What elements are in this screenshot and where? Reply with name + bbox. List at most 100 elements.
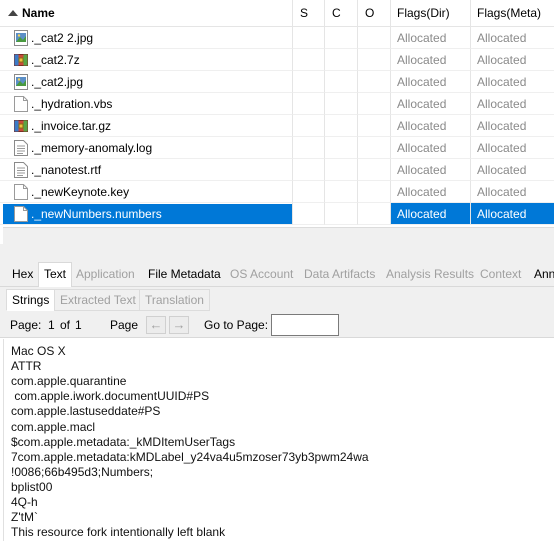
image-file-icon [14, 74, 28, 90]
s-cell [293, 181, 325, 203]
file-name: ._cat2 2.jpg [31, 31, 94, 45]
flags-meta-cell: Allocated [471, 27, 554, 49]
strings-text-area[interactable]: Mac OS X ATTR com.apple.quarantine com.app… [3, 339, 554, 541]
tab-file-metadata[interactable]: File Metadata [143, 264, 226, 287]
string-line: bplist00 [11, 479, 53, 494]
column-header-s[interactable]: S [293, 0, 325, 27]
tab-ann[interactable]: Ann [529, 264, 554, 287]
subtab-strings[interactable]: Strings [6, 289, 56, 311]
image-file-icon [14, 30, 28, 46]
s-cell [293, 93, 325, 115]
c-cell [325, 159, 358, 181]
string-line: 7com.apple.metadata:kMDLabel_y24va4u5mzo… [11, 449, 369, 464]
flags-dir-cell: Allocated [391, 27, 471, 49]
tab-application[interactable]: Application [71, 264, 140, 287]
c-cell [325, 203, 358, 225]
o-cell [358, 159, 391, 181]
subtab-translation[interactable]: Translation [139, 289, 210, 311]
name-cell: ._nanotest.rtf [0, 159, 293, 181]
name-cell: ._cat2.jpg [0, 71, 293, 93]
name-cell: ._cat2 2.jpg [0, 27, 293, 49]
string-line: com.apple.macl [11, 419, 96, 434]
tab-os-account[interactable]: OS Account [225, 264, 298, 287]
text-subtabs: Strings Extracted Text Translation [0, 287, 554, 312]
flags-dir-cell: Allocated [391, 159, 471, 181]
s-cell [293, 115, 325, 137]
string-line: 4Q-h [11, 495, 38, 509]
table-row[interactable]: ._nanotest.rtf Allocated Allocated [0, 159, 554, 181]
table-row[interactable]: ._cat2.jpg Allocated Allocated [0, 71, 554, 93]
flags-meta-cell: Allocated [471, 137, 554, 159]
table-row[interactable]: ._invoice.tar.gz Allocated Allocated [0, 115, 554, 137]
column-header-flags-dir[interactable]: Flags(Dir) [391, 0, 471, 27]
arrow-left-icon: ← [149, 317, 163, 332]
file-name: ._cat2.7z [31, 53, 80, 67]
c-cell [325, 181, 358, 203]
table-row[interactable]: ._newKeynote.key Allocated Allocated [0, 181, 554, 203]
c-cell [325, 137, 358, 159]
s-cell [293, 203, 325, 225]
next-page-button[interactable]: → [169, 316, 189, 334]
page-total: 1 [75, 318, 82, 332]
o-cell [358, 27, 391, 49]
string-line: !0086;66b495d3;Numbers; [11, 464, 154, 479]
splitter[interactable] [0, 244, 554, 260]
blank-file-icon [14, 206, 28, 222]
column-header-c[interactable]: C [325, 0, 358, 27]
string-line: $com.apple.metadata:_kMDItemUserTags [11, 434, 236, 449]
flags-dir-cell: Allocated [391, 203, 471, 225]
table-row[interactable]: ._cat2.7z Allocated Allocated [0, 49, 554, 71]
column-header-o[interactable]: O [358, 0, 391, 27]
page-toolbar: Page: 1 of 1 Page ← → Go to Page: [0, 312, 554, 338]
subtab-extracted-text[interactable]: Extracted Text [54, 289, 142, 311]
column-header-name[interactable]: Name [0, 0, 293, 27]
table-row[interactable]: ._cat2 2.jpg Allocated Allocated [0, 27, 554, 49]
string-line: com.apple.lastuseddate#PS [11, 404, 161, 419]
file-table: Name S C O Flags(Dir) Flags(Meta) ._cat2… [0, 0, 554, 228]
s-cell [293, 71, 325, 93]
tab-text[interactable]: Text [38, 262, 73, 288]
column-header-flags-meta[interactable]: Flags(Meta) [471, 0, 554, 27]
name-cell: ._newKeynote.key [0, 181, 293, 203]
flags-dir-cell: Allocated [391, 137, 471, 159]
viewer-tabs: Hex Text Application File Metadata OS Accoun… [0, 260, 554, 288]
name-cell: ._memory-anomaly.log [0, 137, 293, 159]
o-cell [358, 203, 391, 225]
string-line: Mac OS X [11, 344, 66, 358]
arrow-right-icon: → [172, 317, 186, 332]
name-cell: ._cat2.7z [0, 49, 293, 71]
name-cell: ._invoice.tar.gz [0, 115, 293, 137]
name-cell: ._hydration.vbs [0, 93, 293, 115]
string-line: com.apple.quarantine [11, 374, 127, 389]
tab-data-artifacts[interactable]: Data Artifacts [299, 264, 380, 287]
flags-meta-cell: Allocated [471, 181, 554, 203]
c-cell [325, 49, 358, 71]
tab-hex[interactable]: Hex [7, 264, 38, 287]
s-cell [293, 159, 325, 181]
table-row[interactable]: ._hydration.vbs Allocated Allocated [0, 93, 554, 115]
table-header: Name S C O Flags(Dir) Flags(Meta) [0, 0, 554, 27]
file-name: ._newNumbers.numbers [31, 207, 162, 221]
tab-context[interactable]: Context [475, 264, 526, 287]
page-nav-label: Page [110, 318, 139, 332]
archive-file-icon [14, 118, 28, 134]
previous-page-button[interactable]: ← [146, 316, 166, 334]
string-line: ATTR [11, 359, 42, 374]
o-cell [358, 93, 391, 115]
file-name: ._newKeynote.key [31, 185, 130, 199]
o-cell [358, 71, 391, 93]
horizontal-scrollbar[interactable] [3, 227, 554, 244]
string-line: This resource fork intentionally left bl… [11, 525, 226, 540]
table-row[interactable]: ._memory-anomaly.log Allocated Allocated [0, 137, 554, 159]
o-cell [358, 137, 391, 159]
tab-analysis-results[interactable]: Analysis Results [381, 264, 479, 287]
text-file-icon [14, 140, 28, 156]
name-cell: ._newNumbers.numbers [0, 203, 293, 225]
goto-page-input[interactable] [271, 314, 339, 336]
page-of-label: of [60, 318, 71, 332]
string-line: Z'tM` [11, 510, 38, 525]
s-cell [293, 137, 325, 159]
table-row[interactable]: ._newNumbers.numbers Allocated Allocated [0, 203, 554, 225]
file-name: ._invoice.tar.gz [31, 119, 112, 133]
flags-meta-cell: Allocated [471, 203, 554, 225]
